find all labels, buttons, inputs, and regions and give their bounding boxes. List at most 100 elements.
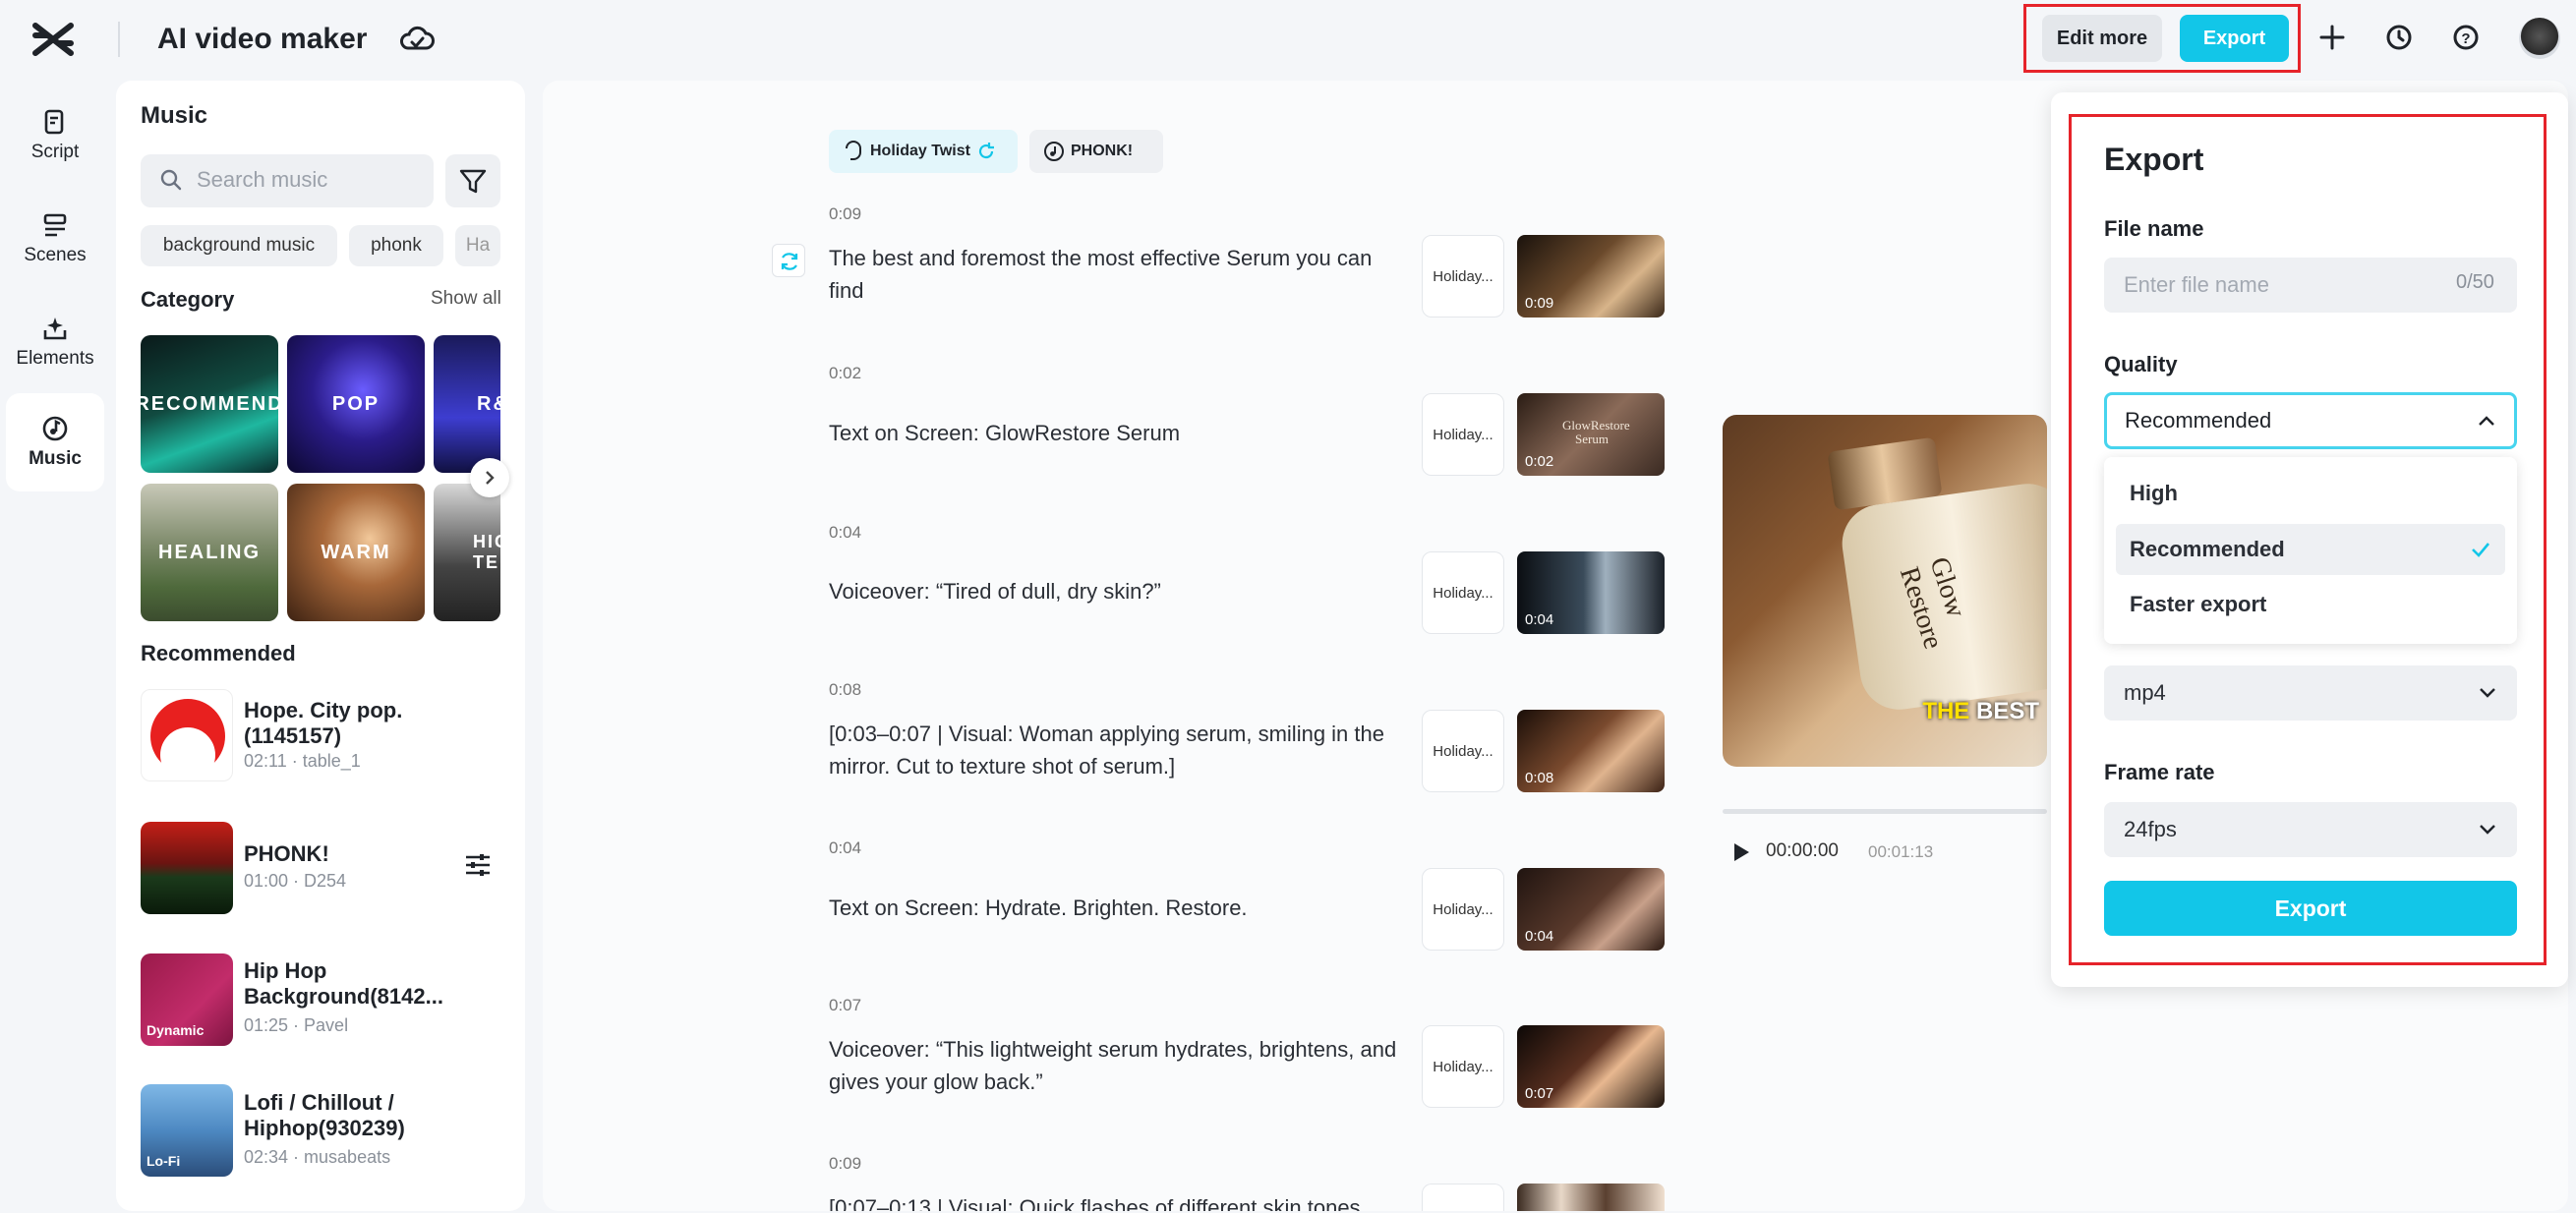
scene-music-thumb[interactable]: Holiday... xyxy=(1422,235,1504,318)
track-title[interactable]: Hope. City pop. (1145157) xyxy=(244,698,450,749)
rail-item-scenes[interactable]: Scenes xyxy=(6,190,104,288)
filter-icon xyxy=(459,169,487,194)
category-pop[interactable]: POP xyxy=(287,335,425,473)
quality-option-faster-export[interactable]: Faster export xyxy=(2116,579,2505,630)
scene-video-thumb[interactable]: 0:09 xyxy=(1517,235,1665,318)
scene-video-thumb[interactable] xyxy=(1517,1184,1665,1211)
chevron-right-icon[interactable] xyxy=(470,458,509,497)
quality-option-high[interactable]: High xyxy=(2116,468,2505,519)
track-meta: 02:34 · musabeats xyxy=(244,1147,391,1167)
plus-icon[interactable] xyxy=(2313,18,2352,57)
search-icon xyxy=(159,168,183,197)
quality-option-recommended[interactable]: Recommended xyxy=(2116,524,2505,575)
track-meta: 01:25 · Pavel xyxy=(244,1015,349,1035)
format-select[interactable]: mp4 xyxy=(2104,665,2517,721)
user-avatar[interactable] xyxy=(2519,18,2560,59)
scene-music-thumb[interactable] xyxy=(1422,1184,1504,1211)
scenes-icon xyxy=(43,213,67,237)
scene-music-thumb[interactable]: Holiday... xyxy=(1422,551,1504,634)
scene-duration: 0:02 xyxy=(829,364,862,382)
quality-label: Quality xyxy=(2104,352,2178,376)
rail-label: Script xyxy=(30,142,80,162)
scene-music-thumb[interactable]: Holiday... xyxy=(1422,868,1504,951)
scene-script-text[interactable]: Text on Screen: GlowRestore Serum xyxy=(829,417,1399,449)
app-title: AI video maker xyxy=(157,23,368,55)
category-recommend[interactable]: RECOMMEND xyxy=(141,335,278,473)
track-thumbnail[interactable] xyxy=(141,689,233,781)
track-thumbnail[interactable]: Lo-Fi xyxy=(141,1084,233,1177)
rail-item-elements[interactable]: Elements xyxy=(6,293,104,391)
scene-duration: 0:04 xyxy=(829,838,862,857)
voice-icon xyxy=(846,141,861,160)
show-all-link[interactable]: Show all xyxy=(431,288,501,310)
search-placeholder: Search music xyxy=(197,167,328,192)
category-rnb[interactable]: R& xyxy=(434,335,500,473)
serum-bottle: Glow Restore xyxy=(1837,479,2047,715)
export-top-button[interactable]: Export xyxy=(2180,15,2289,62)
scene-video-thumb[interactable]: GlowRestore Serum 0:02 xyxy=(1517,393,1665,476)
scene-video-thumb[interactable]: 0:04 xyxy=(1517,551,1665,634)
music-chip[interactable]: background music xyxy=(141,225,337,266)
thumb-badge: Dynamic xyxy=(146,1022,205,1038)
track-title[interactable]: Hip Hop Background(8142... xyxy=(244,958,450,1010)
regenerate-icon[interactable] xyxy=(772,244,805,277)
scene-script-text[interactable]: Voiceover: “This lightweight serum hydra… xyxy=(829,1033,1399,1098)
cloud-sync-icon[interactable] xyxy=(397,20,437,59)
scene-script-text[interactable]: Text on Screen: Hydrate. Brighten. Resto… xyxy=(829,892,1399,924)
help-icon[interactable]: ? xyxy=(2446,18,2486,57)
scene-script-text[interactable]: The best and foremost the most effective… xyxy=(829,242,1399,307)
check-icon xyxy=(2472,543,2489,557)
track-title[interactable]: Lofi / Chillout / Hiphop(930239) xyxy=(244,1090,450,1141)
rail-label: Music xyxy=(29,448,82,469)
quality-selected-value: Recommended xyxy=(2125,408,2272,433)
music-panel-title: Music xyxy=(141,102,208,129)
scene-video-thumb[interactable]: 0:04 xyxy=(1517,868,1665,951)
history-icon[interactable] xyxy=(2379,18,2419,57)
music-chip[interactable]: phonk xyxy=(349,225,443,266)
style-chip-phonk[interactable]: PHONK! xyxy=(1029,130,1163,173)
divider xyxy=(118,22,120,57)
export-panel-title: Export xyxy=(2104,142,2204,177)
quality-select[interactable]: Recommended xyxy=(2104,392,2517,449)
music-chip[interactable]: Ha xyxy=(455,225,500,266)
scene-music-thumb[interactable]: Holiday... xyxy=(1422,393,1504,476)
file-name-input[interactable] xyxy=(2104,258,2517,313)
video-preview[interactable]: Glow Restore THE BEST xyxy=(1723,415,2047,767)
file-name-char-count: 0/50 xyxy=(2456,271,2494,293)
play-icon[interactable] xyxy=(1730,840,1752,869)
category-high-tempo[interactable]: HIG TEM xyxy=(434,484,500,621)
style-chip-label: PHONK! xyxy=(1071,143,1134,159)
capcut-logo-icon[interactable] xyxy=(31,20,75,59)
refresh-icon[interactable] xyxy=(976,142,996,161)
music-note-icon xyxy=(1044,142,1064,161)
rail-item-music[interactable]: Music xyxy=(6,393,104,491)
frame-rate-select[interactable]: 24fps xyxy=(2104,802,2517,857)
scene-script-text[interactable]: [0:07–0:13 | Visual: Quick flashes of di… xyxy=(829,1191,1399,1211)
scene-music-thumb[interactable]: Holiday... xyxy=(1422,1025,1504,1108)
adjust-icon[interactable] xyxy=(464,852,492,883)
track-thumbnail[interactable] xyxy=(141,822,233,914)
playback-progress-bar[interactable] xyxy=(1723,809,2047,814)
filter-button[interactable] xyxy=(445,154,500,207)
scene-video-thumb[interactable]: 0:08 xyxy=(1517,710,1665,792)
recommended-label: Recommended xyxy=(141,641,296,665)
current-time: 00:00:00 xyxy=(1766,840,1839,861)
scene-script-text[interactable]: [0:03–0:07 | Visual: Woman applying seru… xyxy=(829,718,1399,782)
category-warm[interactable]: WARM xyxy=(287,484,425,621)
edit-more-button[interactable]: Edit more xyxy=(2042,15,2162,62)
scene-duration: 0:09 xyxy=(829,204,862,223)
chevron-down-icon xyxy=(2480,688,2495,698)
track-title[interactable]: PHONK! xyxy=(244,841,450,867)
track-thumbnail[interactable]: Dynamic xyxy=(141,953,233,1046)
rail-label: Scenes xyxy=(24,245,87,265)
rail-item-script[interactable]: Script xyxy=(6,87,104,185)
scene-video-thumb[interactable]: 0:07 xyxy=(1517,1025,1665,1108)
music-icon xyxy=(42,416,68,441)
scene-script-text[interactable]: Voiceover: “Tired of dull, dry skin?” xyxy=(829,575,1399,607)
category-healing[interactable]: HEALING xyxy=(141,484,278,621)
scene-music-thumb[interactable]: Holiday... xyxy=(1422,710,1504,792)
frame-rate-label: Frame rate xyxy=(2104,760,2215,784)
rail-label: Elements xyxy=(16,348,94,369)
export-confirm-button[interactable]: Export xyxy=(2104,881,2517,936)
style-chip-holiday-twist[interactable]: Holiday Twist xyxy=(829,130,1018,173)
